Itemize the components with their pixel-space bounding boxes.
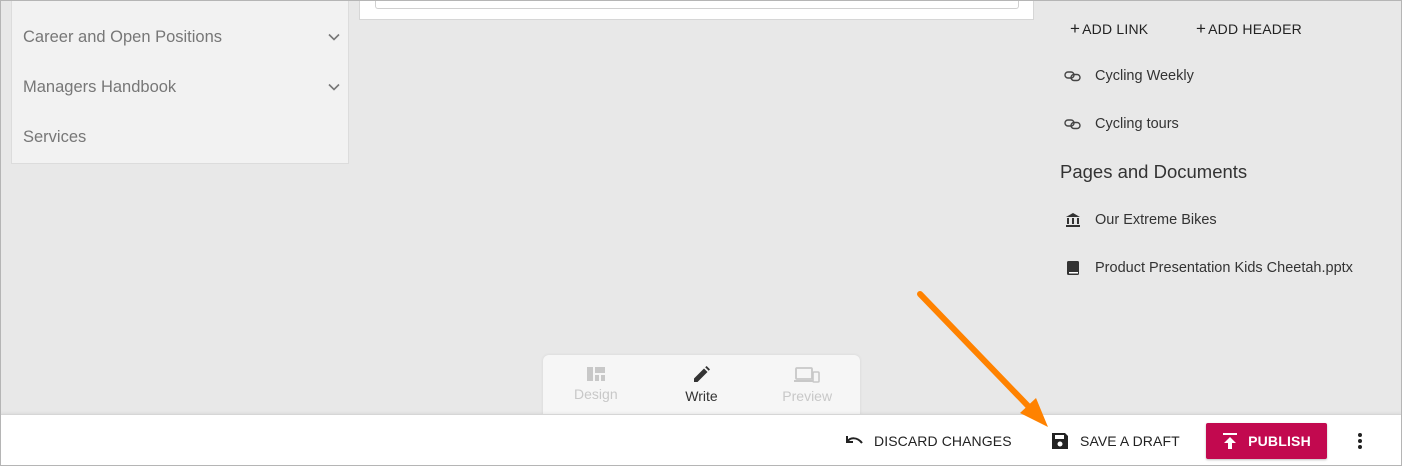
mode-label: Preview <box>782 388 833 404</box>
nav-item-label: Career and Open Positions <box>23 27 223 46</box>
document-item-our-extreme-bikes[interactable]: Our Extreme Bikes <box>1063 208 1217 232</box>
document-label: Our Extreme Bikes <box>1095 212 1217 228</box>
link-item-cycling-tours[interactable]: Cycling tours <box>1063 112 1179 136</box>
document-item-product-presentation[interactable]: Product Presentation Kids Cheetah.pptx <box>1063 256 1353 280</box>
mode-preview[interactable]: Preview <box>754 355 860 417</box>
document-label: Product Presentation Kids Cheetah.pptx <box>1095 260 1353 276</box>
add-link-label: ADD LINK <box>1082 20 1149 37</box>
save-icon <box>1052 433 1068 449</box>
publish-icon <box>1223 433 1238 449</box>
publish-label: PUBLISH <box>1248 433 1311 449</box>
add-link-button[interactable]: + ADD LINK <box>1070 20 1148 37</box>
bank-icon <box>1063 210 1083 230</box>
more-vertical-icon <box>1358 433 1362 449</box>
nav-item-label: Services <box>23 127 87 146</box>
link-icon <box>1063 66 1083 86</box>
nav-item-career[interactable]: Career and Open Positions <box>23 22 343 52</box>
dashboard-icon <box>586 367 605 381</box>
mode-switcher: Design Write Preview <box>543 355 860 417</box>
nav-item-services[interactable]: Services <box>23 122 343 152</box>
mode-write[interactable]: Write <box>649 355 755 417</box>
save-draft-label: SAVE A DRAFT <box>1080 433 1180 449</box>
link-icon <box>1063 114 1083 134</box>
plus-icon: + <box>1070 19 1081 38</box>
undo-icon <box>846 436 863 444</box>
add-header-label: ADD HEADER <box>1208 20 1302 37</box>
book-icon <box>1063 258 1083 278</box>
link-item-cycling-weekly[interactable]: Cycling Weekly <box>1063 64 1194 88</box>
link-label: Cycling tours <box>1095 116 1179 132</box>
add-header-button[interactable]: + ADD HEADER <box>1196 20 1302 37</box>
action-bar: DISCARD CHANGES SAVE A DRAFT PUBLISH <box>0 414 1402 466</box>
save-draft-button[interactable]: SAVE A DRAFT <box>1050 415 1180 466</box>
mode-label: Write <box>685 388 718 404</box>
devices-icon <box>794 367 820 383</box>
section-title-pages-documents: Pages and Documents <box>1060 161 1248 182</box>
pencil-icon <box>693 366 710 382</box>
nav-item-managers-handbook[interactable]: Managers Handbook <box>23 72 343 102</box>
publish-button[interactable]: PUBLISH <box>1206 423 1327 459</box>
more-options-button[interactable] <box>1348 429 1372 453</box>
nav-item-label: Managers Handbook <box>23 77 177 96</box>
mode-label: Design <box>574 386 618 402</box>
side-nav: Career and Open Positions Managers Handb… <box>11 0 349 164</box>
mode-design[interactable]: Design <box>543 355 649 417</box>
link-label: Cycling Weekly <box>1095 68 1194 84</box>
discard-changes-label: DISCARD CHANGES <box>874 433 1012 449</box>
chevron-down-icon[interactable] <box>327 80 341 94</box>
content-card <box>359 0 1034 20</box>
chevron-down-icon[interactable] <box>327 30 341 44</box>
discard-changes-button[interactable]: DISCARD CHANGES <box>844 415 1012 466</box>
content-block[interactable] <box>375 0 1019 9</box>
plus-icon: + <box>1196 19 1207 38</box>
